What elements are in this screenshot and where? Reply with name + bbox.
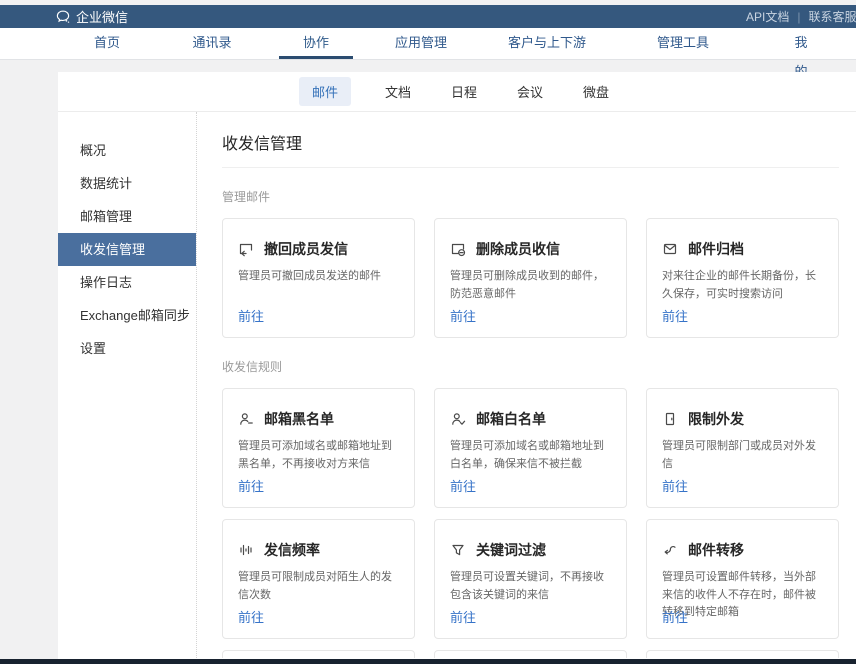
main-nav: 首页 通讯录 协作 应用管理 客户与上下游 管理工具 我的企业: [0, 28, 856, 60]
logo-label: 企业微信: [76, 7, 128, 26]
panel-body: 概况 数据统计 邮箱管理 收发信管理 操作日志 Exchange邮箱同步 设置 …: [58, 112, 856, 658]
go-link[interactable]: 前往: [238, 306, 264, 325]
card-keyword-filter: 关键词过滤 管理员可设置关键词，不再接收包含该关键词的来信 前往: [434, 519, 627, 639]
subtab-docs[interactable]: 文档: [379, 77, 417, 106]
sidebar-item-exchange-sync[interactable]: Exchange邮箱同步: [58, 299, 196, 332]
title-divider: [222, 167, 839, 168]
card-title: 限制外发: [688, 409, 744, 429]
card-desc: 对来往企业的邮件长期备份，长久保存，可实时搜索访问: [662, 268, 823, 303]
card-desc: 管理员可添加域名或邮箱地址到黑名单，不再接收对方来信: [238, 438, 399, 473]
chat-bubble-icon: [55, 9, 71, 24]
window-bottom-edge: [0, 659, 856, 664]
card-title: 撤回成员发信: [264, 239, 348, 259]
card-mailbox-whitelist: 邮箱白名单 管理员可添加域名或邮箱地址到白名单，确保来信不被拦截 前往: [434, 388, 627, 508]
go-link[interactable]: 前往: [662, 607, 688, 626]
collab-subtabs: 邮件 文档 日程 会议 微盘: [58, 72, 856, 112]
card-mail-transfer: 邮件转移 管理员可设置邮件转移，当外部来信的收件人不存在时，邮件被转移到特定邮箱…: [646, 519, 839, 639]
content-area: 收发信管理 管理邮件 撤回成员发信 管理员可撤回成员发送的邮件 前往: [197, 112, 856, 658]
go-link[interactable]: 前往: [662, 476, 688, 495]
subtab-drive[interactable]: 微盘: [577, 77, 615, 106]
go-link[interactable]: 前往: [238, 476, 264, 495]
topbar: 企业微信 API文档 联系客服 退出: [0, 5, 856, 28]
card-restrict-outgoing: 限制外发 管理员可限制部门或成员对外发信 前往: [646, 388, 839, 508]
card-desc: 管理员可限制部门或成员对外发信: [662, 438, 823, 473]
blacklist-icon: [238, 411, 254, 427]
go-link[interactable]: 前往: [450, 306, 476, 325]
card-title: 发信频率: [264, 540, 320, 560]
frequency-icon: [238, 542, 254, 558]
api-docs-link[interactable]: API文档: [746, 8, 789, 25]
card-desc: 管理员可撤回成员发送的邮件: [238, 268, 399, 286]
nav-item-customers[interactable]: 客户与上下游: [484, 28, 610, 59]
card-send-frequency: 发信频率 管理员可限制成员对陌生人的发信次数 前往: [222, 519, 415, 639]
section-label-manage-mail: 管理邮件: [222, 188, 839, 205]
mail-transfer-icon: [662, 542, 678, 558]
whitelist-icon: [450, 411, 466, 427]
card-mailbox-blacklist: 邮箱黑名单 管理员可添加域名或邮箱地址到黑名单，不再接收对方来信 前往: [222, 388, 415, 508]
sidebar-item-settings[interactable]: 设置: [58, 332, 196, 365]
subtab-meeting[interactable]: 会议: [511, 77, 549, 106]
card-recall-sent-mail: 撤回成员发信 管理员可撤回成员发送的邮件 前往: [222, 218, 415, 338]
rules-card-grid: 邮箱黑名单 管理员可添加域名或邮箱地址到黑名单，不再接收对方来信 前往 邮箱白名…: [222, 388, 839, 658]
nav-item-admin-tools[interactable]: 管理工具: [633, 28, 733, 59]
card-member-permission: 成员操作权限: [646, 650, 839, 658]
sidebar-item-operation-log[interactable]: 操作日志: [58, 266, 196, 299]
card-title: 邮箱黑名单: [264, 409, 334, 429]
nav-item-my-company[interactable]: 我的企业: [770, 28, 831, 59]
sidebar: 概况 数据统计 邮箱管理 收发信管理 操作日志 Exchange邮箱同步 设置: [58, 112, 197, 658]
card-title: 删除成员收信: [476, 239, 560, 259]
nav-item-collaboration[interactable]: 协作: [279, 28, 353, 59]
page-title: 收发信管理: [222, 130, 839, 154]
card-desc: 管理员可设置关键词，不再接收包含该关键词的来信: [450, 569, 611, 604]
keyword-filter-icon: [450, 542, 466, 558]
restrict-outgoing-icon: [662, 411, 678, 427]
main-panel: 邮件 文档 日程 会议 微盘 概况 数据统计 邮箱管理 收发信管理 操作日志 E…: [58, 72, 856, 659]
contact-support-link[interactable]: 联系客服: [789, 8, 856, 25]
sidebar-item-overview[interactable]: 概况: [58, 134, 196, 167]
go-link[interactable]: 前往: [450, 607, 476, 626]
card-desc: 管理员可限制成员对陌生人的发信次数: [238, 569, 399, 604]
card-desc: 管理员可添加域名或邮箱地址到白名单，确保来信不被拦截: [450, 438, 611, 473]
nav-item-home[interactable]: 首页: [70, 28, 144, 59]
nav-item-contacts[interactable]: 通讯录: [168, 28, 255, 59]
subtab-mail[interactable]: 邮件: [299, 77, 351, 106]
subtab-calendar[interactable]: 日程: [445, 77, 483, 106]
recall-icon: [238, 241, 254, 257]
card-mail-review: 邮件审核: [222, 650, 415, 658]
sidebar-item-mailbox-management[interactable]: 邮箱管理: [58, 200, 196, 233]
card-delete-received-mail: 删除成员收信 管理员可删除成员收到的邮件，防范恶意邮件 前往: [434, 218, 627, 338]
mail-archive-icon: [662, 241, 678, 257]
delete-mail-icon: [450, 241, 466, 257]
manage-mail-card-grid: 撤回成员发信 管理员可撤回成员发送的邮件 前往 删除成员收信 管理员可删除成员收…: [222, 218, 839, 338]
card-title: 邮件归档: [688, 239, 744, 259]
card-desc: 管理员可删除成员收到的邮件，防范恶意邮件: [450, 268, 611, 303]
card-mail-archive: 邮件归档 对来往企业的邮件长期备份，长久保存，可实时搜索访问 前往: [646, 218, 839, 338]
card-mail-backup: 邮件备份: [434, 650, 627, 658]
card-title: 邮箱白名单: [476, 409, 546, 429]
go-link[interactable]: 前往: [662, 306, 688, 325]
go-link[interactable]: 前往: [238, 607, 264, 626]
card-title: 邮件转移: [688, 540, 744, 560]
section-label-send-receive-rules: 收发信规则: [222, 358, 839, 375]
go-link[interactable]: 前往: [450, 476, 476, 495]
topbar-links: API文档 联系客服 退出: [746, 5, 856, 28]
nav-item-app-management[interactable]: 应用管理: [371, 28, 471, 59]
card-title: 关键词过滤: [476, 540, 546, 560]
wechat-work-logo[interactable]: 企业微信: [55, 5, 128, 28]
sidebar-item-statistics[interactable]: 数据统计: [58, 167, 196, 200]
sidebar-item-send-receive-management[interactable]: 收发信管理: [58, 233, 196, 266]
